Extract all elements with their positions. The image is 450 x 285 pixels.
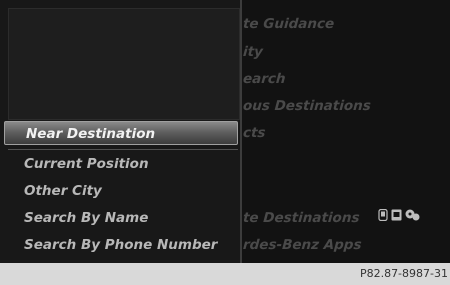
submenu-divider xyxy=(8,149,238,150)
message-icon xyxy=(391,209,402,224)
traffic-icon xyxy=(405,209,421,224)
destination-submenu: Near Destination Current Position Other … xyxy=(0,0,242,263)
submenu-item-other-city[interactable]: Other City xyxy=(24,183,102,199)
submenu-header-area xyxy=(8,8,240,120)
figure-reference-code: P82.87-8987-31 xyxy=(359,267,448,280)
figure-footer: P82.87-8987-31 xyxy=(0,263,450,285)
menu-item-previous-destinations[interactable]: ous Destinations xyxy=(242,98,371,114)
menu-item-destinations[interactable]: te Destinations xyxy=(242,210,360,226)
menu-item-mercedes-benz-apps[interactable]: rdes-Benz Apps xyxy=(242,237,362,253)
menu-item-city[interactable]: ity xyxy=(242,44,263,60)
submenu-item-search-by-phone-number[interactable]: Search By Phone Number xyxy=(24,237,217,253)
menu-item-route-guidance[interactable]: te Guidance xyxy=(242,16,334,32)
menu-item-search[interactable]: earch xyxy=(242,71,286,87)
status-icons xyxy=(378,208,421,224)
phone-icon xyxy=(378,208,388,224)
submenu-item-near-destination[interactable]: Near Destination xyxy=(26,126,155,142)
submenu-item-current-position[interactable]: Current Position xyxy=(24,156,149,172)
head-unit-screen: te Guidance ity earch ous Destinations c… xyxy=(0,0,450,263)
menu-item-contacts[interactable]: cts xyxy=(242,125,266,141)
submenu-item-search-by-name[interactable]: Search By Name xyxy=(24,210,148,226)
